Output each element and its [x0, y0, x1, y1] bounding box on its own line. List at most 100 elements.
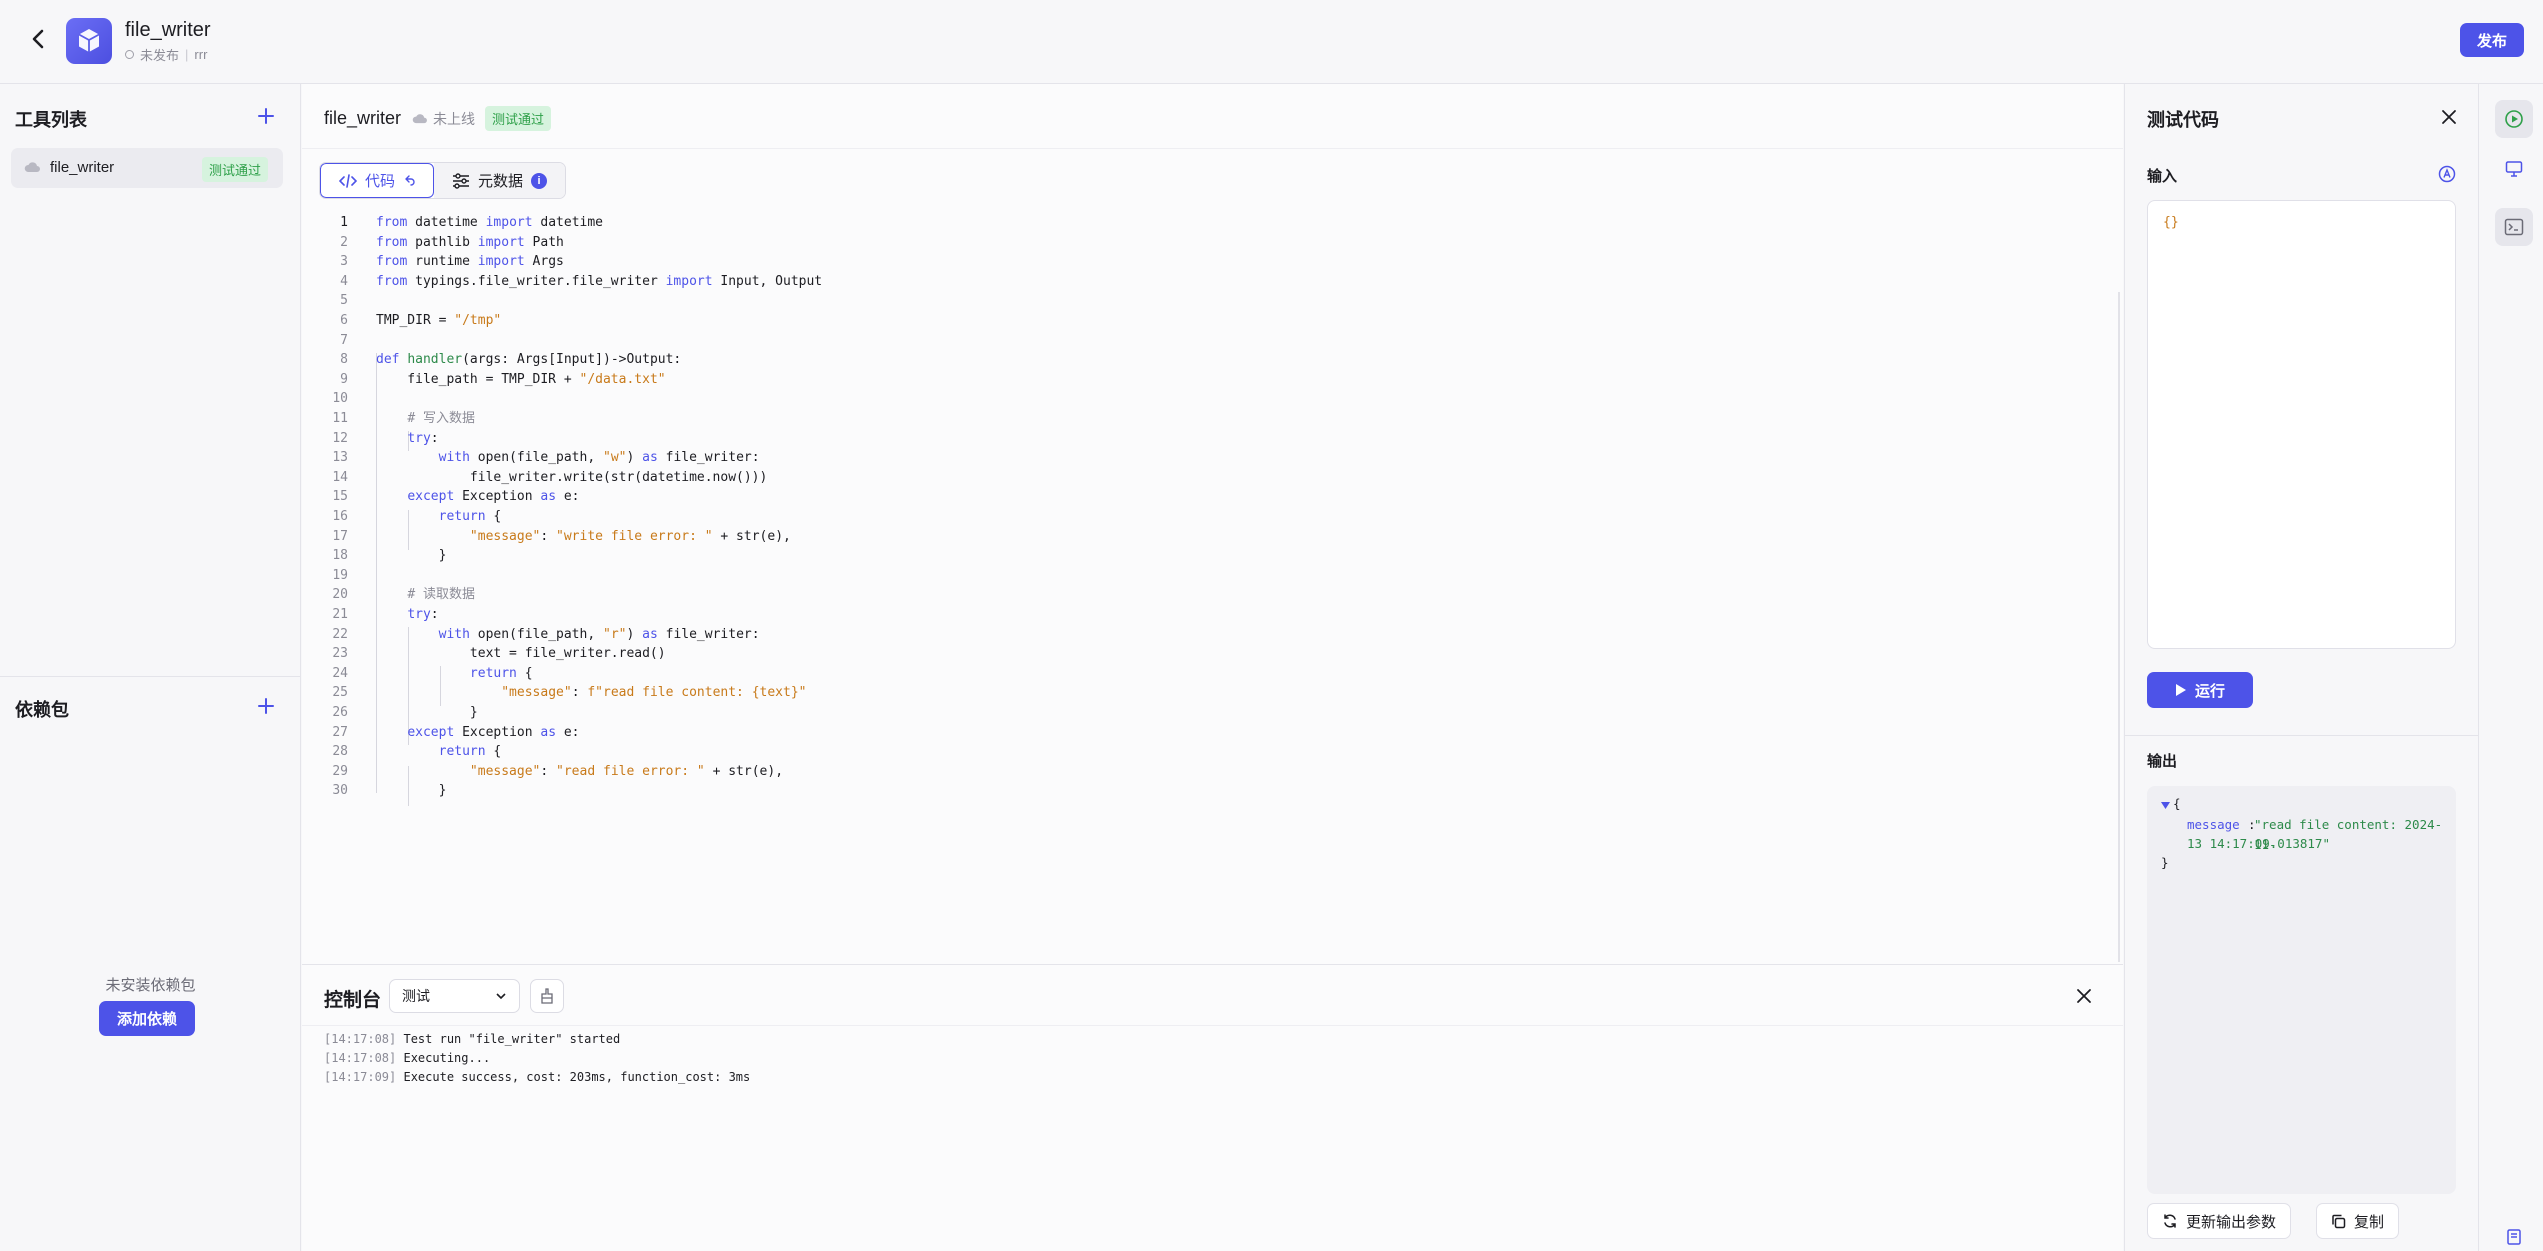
tools-section-title: 工具列表: [15, 110, 87, 130]
back-button[interactable]: [24, 24, 54, 54]
code-text: # 写入数据: [407, 411, 475, 426]
line-number: 20: [332, 587, 348, 603]
code-text: def handler(args: Args[Input])->Output:: [376, 352, 682, 368]
code-editor[interactable]: 1 from datetime import datetime 2 from path…: [302, 205, 2123, 965]
code-line: 14 file_writer.write(str(datetime.now())…: [302, 468, 2002, 488]
cube-icon: [78, 29, 100, 52]
code-line: 25 "message": f"read file content: {text…: [302, 683, 2002, 703]
code-line: 2 from pathlib import Path: [302, 233, 2002, 253]
editor-scrollbar[interactable]: [2118, 292, 2120, 962]
line-number: 2: [340, 234, 348, 250]
file-name: file_writer: [324, 108, 402, 128]
code-line: 27 except Exception as e:: [302, 723, 2002, 743]
line-number: 25: [332, 685, 348, 701]
line-number: 21: [332, 607, 348, 622]
plus-icon: [258, 698, 274, 714]
tab-metadata[interactable]: 元数据 i: [434, 163, 566, 198]
log-text: Execute success, cost: 203ms, function_c…: [396, 1070, 751, 1084]
tool-item-file-writer[interactable]: file_writer 测试通过: [11, 148, 283, 188]
top-bar: file_writer 未发布 | rrr 发布: [0, 0, 2543, 84]
update-output-params-button[interactable]: 更新输出参数: [2147, 1203, 2292, 1239]
add-dependency-icon-button[interactable]: [256, 696, 276, 716]
undo-icon: [405, 174, 415, 186]
publish-button[interactable]: 发布: [2460, 23, 2524, 57]
output-label: 输出: [2147, 753, 2178, 770]
file-header: file_writer 未上线 测试通过: [324, 106, 552, 131]
line-number: 8: [340, 352, 348, 368]
refresh-icon: [2164, 1214, 2176, 1228]
code-line: 3 from runtime import Args: [302, 252, 2002, 272]
add-dependency-button[interactable]: 添加依赖: [99, 1001, 195, 1036]
test-passed-badge: 测试通过: [485, 106, 552, 131]
console-mode-select[interactable]: 测试: [389, 979, 520, 1013]
add-tool-button[interactable]: [256, 106, 276, 126]
code-line: 19: [302, 566, 2002, 586]
output-key: message: [2187, 817, 2240, 832]
test-panel-divider: [2125, 735, 2478, 736]
code-line: 21 try:: [302, 605, 2002, 625]
code-line: 7: [302, 331, 2002, 351]
code-text: "message": f"read file content: {text}": [501, 685, 807, 701]
chevron-down-icon: [496, 993, 506, 1000]
line-number: 27: [332, 724, 348, 740]
code-text: TMP_DIR = "/tmp": [376, 313, 502, 328]
monitor-icon: [2505, 161, 2523, 177]
app-title: file_writer: [125, 19, 211, 41]
tab-code[interactable]: 代码: [320, 163, 435, 198]
test-output-viewer[interactable]: { message : "read file content: 2024-11-…: [2147, 786, 2456, 1194]
code-text: }: [376, 705, 478, 720]
header-divider: [302, 148, 2123, 149]
code-line: 29 "message": "read file error: " + str(…: [302, 762, 2002, 782]
copy-icon: [2332, 1214, 2346, 1228]
ai-generate-button[interactable]: [2437, 164, 2457, 184]
copy-button[interactable]: 复制: [2316, 1203, 2400, 1239]
line-number: 6: [340, 313, 348, 328]
code-line: 8 def handler(args: Args[Input])->Output:: [302, 350, 2002, 370]
update-output-params-label: 更新输出参数: [2186, 1213, 2277, 1231]
code-text: except Exception as e:: [407, 724, 580, 740]
run-button[interactable]: 运行: [2147, 672, 2253, 708]
code-line: 24 return {: [302, 664, 2002, 684]
console-close-button[interactable]: [2073, 985, 2095, 1007]
line-number: 4: [340, 273, 348, 289]
line-number: 12: [332, 430, 348, 446]
close-icon: [2077, 989, 2091, 1003]
line-number: 15: [332, 489, 348, 505]
code-text: return {: [438, 509, 502, 524]
test-panel-close-button[interactable]: [2439, 107, 2459, 127]
broom-icon: [541, 988, 553, 1004]
app-subtitle: 未发布 | rrr: [125, 45, 207, 64]
rail-test-run-button[interactable]: [2495, 100, 2533, 138]
console-clear-button[interactable]: [530, 979, 564, 1013]
code-text: return {: [469, 665, 533, 681]
test-input-field[interactable]: {}: [2147, 200, 2456, 649]
line-number: 19: [332, 567, 348, 583]
code-text: from typings.file_writer.file_writer imp…: [376, 273, 823, 289]
code-text: "message": "write file error: " + str(e)…: [469, 528, 791, 544]
rail-docs-button[interactable]: [2495, 1218, 2533, 1251]
code-line: 22 with open(file_path, "r") as file_wri…: [302, 625, 2002, 645]
code-line: 6 TMP_DIR = "/tmp": [302, 311, 2002, 331]
line-number: 22: [332, 626, 348, 642]
tab-code-label: 代码: [365, 173, 396, 190]
info-icon[interactable]: i: [531, 172, 548, 189]
line-number: 17: [332, 528, 348, 544]
line-number: 24: [332, 665, 348, 681]
code-line: 12 try:: [302, 429, 2002, 449]
line-number: 30: [332, 783, 348, 799]
deps-section-title: 依赖包: [15, 700, 69, 720]
line-number: 1: [340, 215, 348, 230]
code-line: 15 except Exception as e:: [302, 487, 2002, 507]
rail-terminal-button[interactable]: [2495, 208, 2533, 246]
input-label: 输入: [2147, 168, 2178, 185]
code-text: text = file_writer.read(): [376, 646, 666, 662]
code-line: 17 "message": "write file error: " + str…: [302, 527, 2002, 547]
test-panel-title: 测试代码: [2147, 110, 2219, 130]
line-number: 7: [340, 332, 348, 348]
code-text: }: [376, 548, 447, 564]
caret-down-icon[interactable]: [2161, 802, 2170, 809]
tab-metadata-label: 元数据: [478, 173, 524, 190]
code-text: from datetime import datetime: [376, 215, 604, 230]
run-button-label: 运行: [2194, 682, 2225, 700]
rail-monitor-button[interactable]: [2495, 150, 2533, 188]
